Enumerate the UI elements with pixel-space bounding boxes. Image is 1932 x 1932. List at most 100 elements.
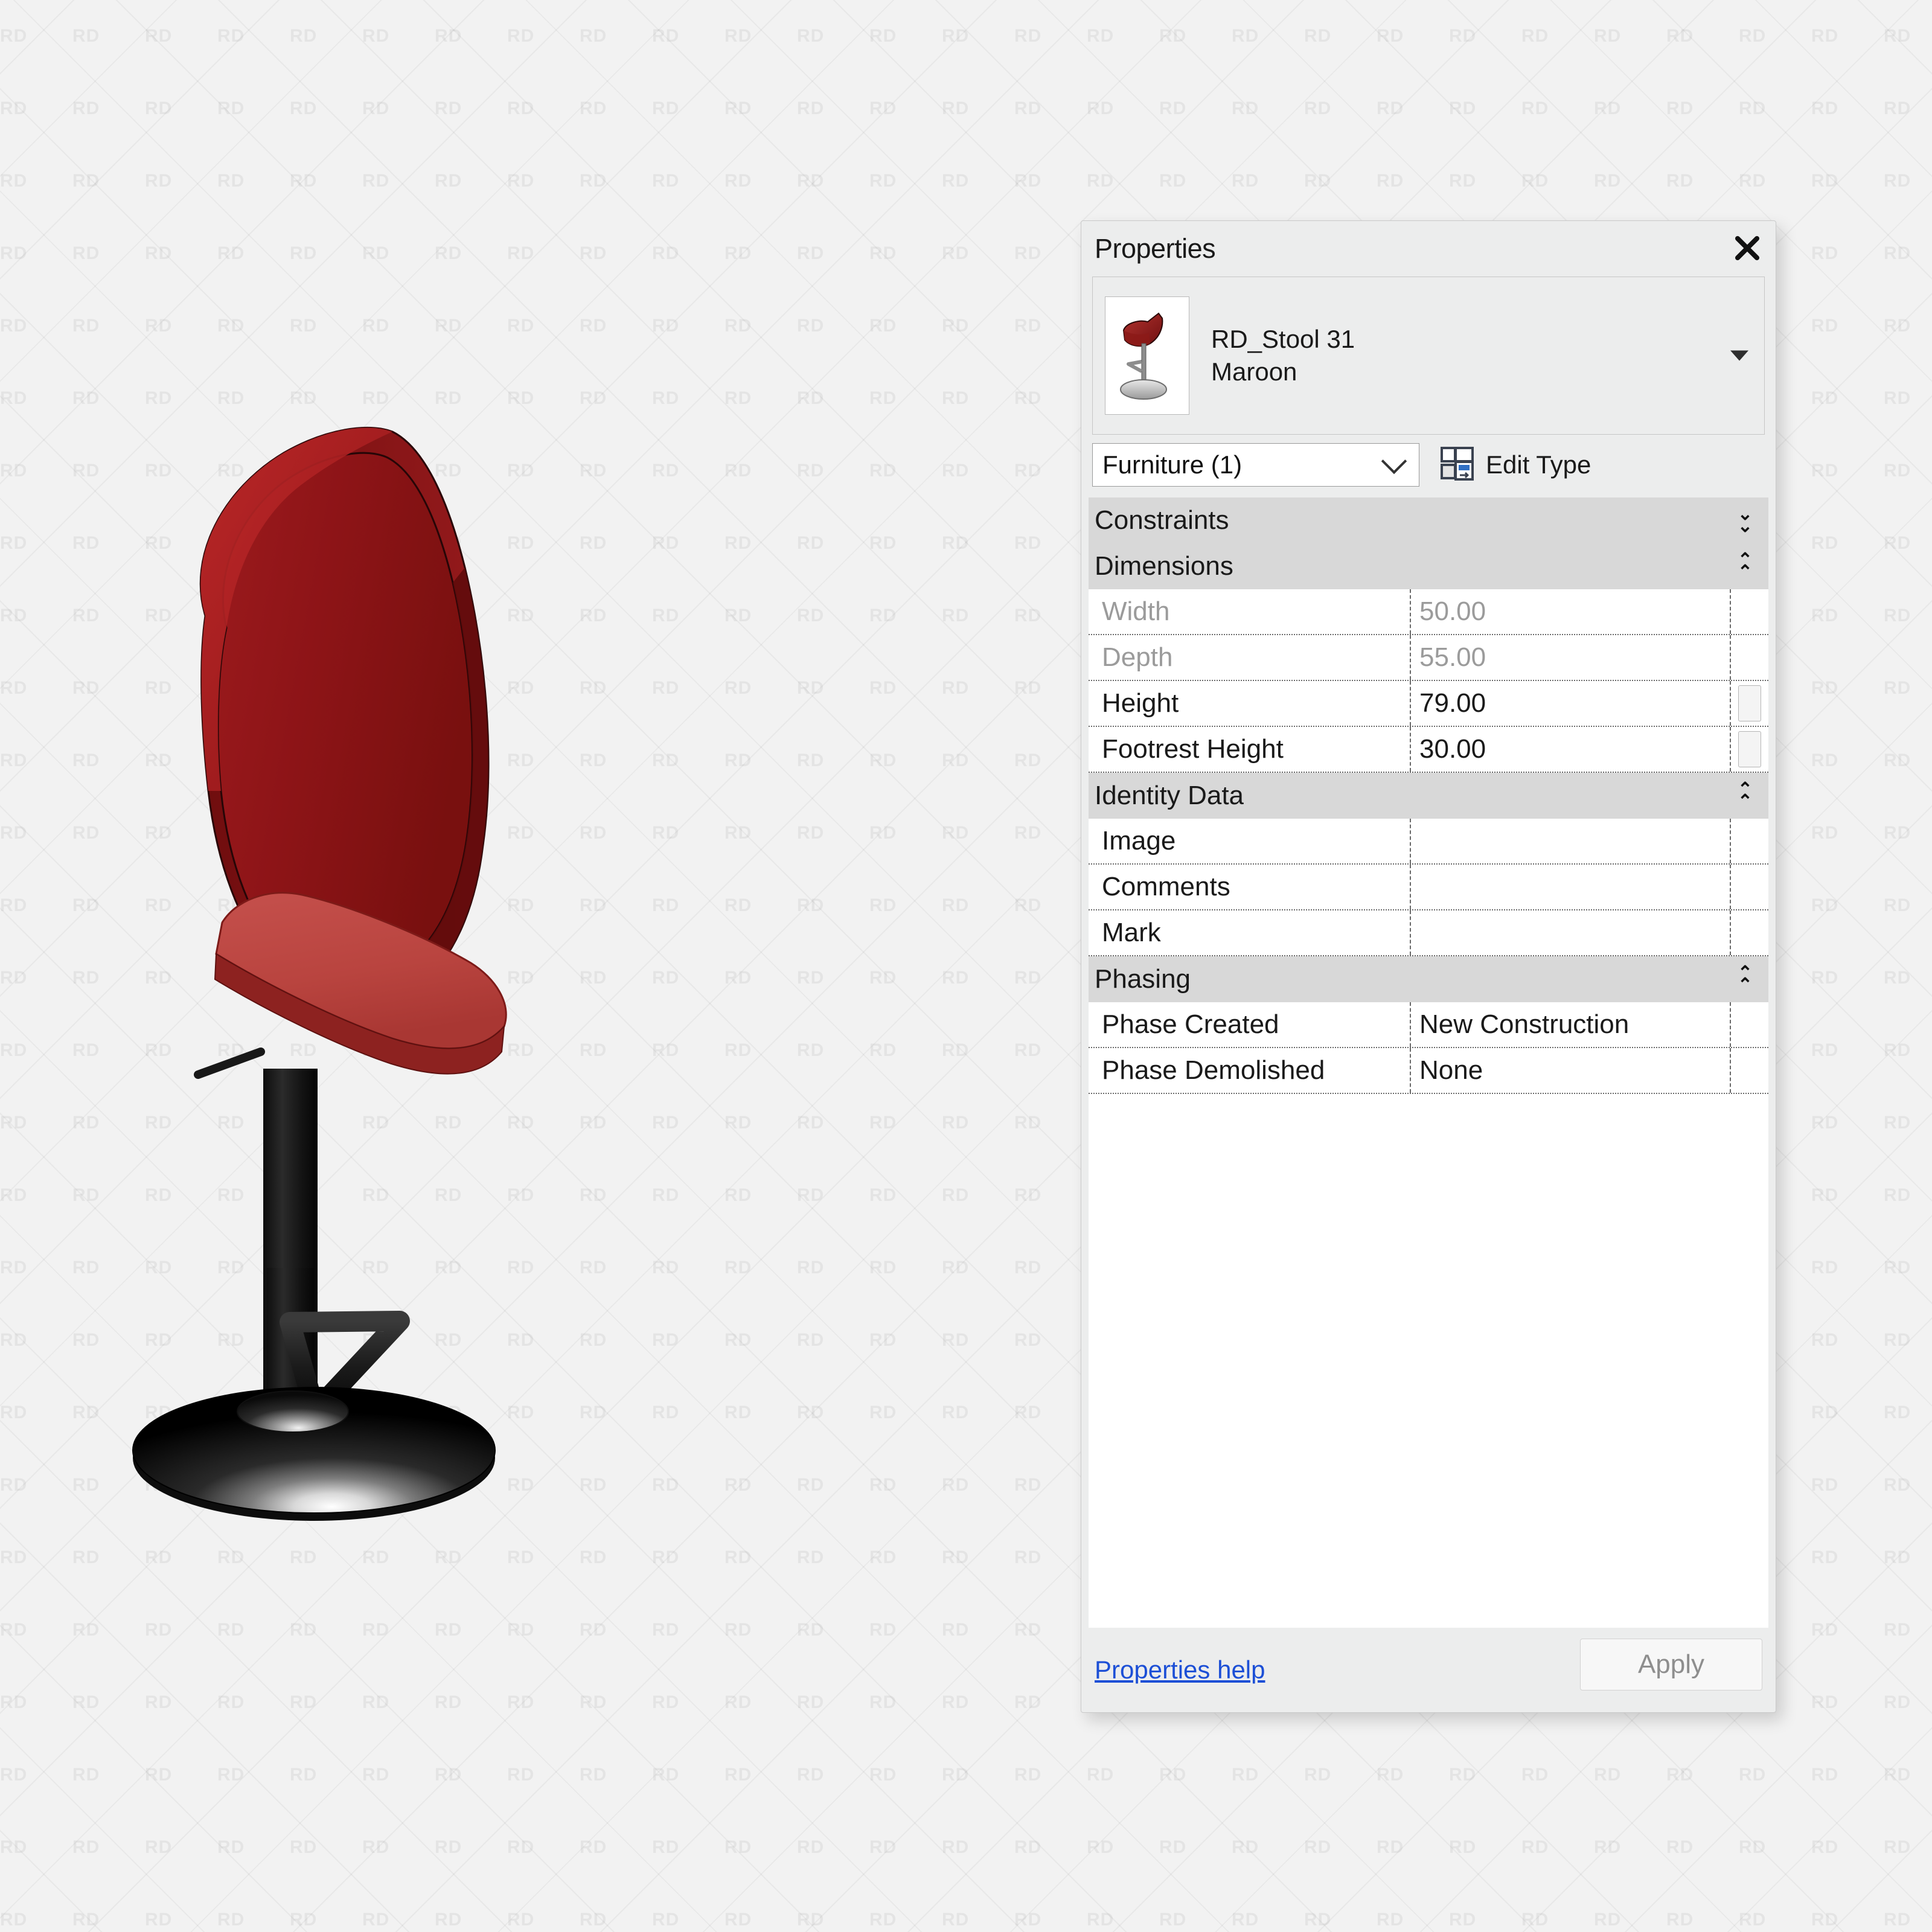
watermark-tile: RD bbox=[0, 388, 28, 408]
double-chevron-up-icon[interactable]: ⌃ ⌃ bbox=[1738, 964, 1753, 994]
table-row[interactable]: Depth 55.00 bbox=[1089, 635, 1768, 681]
chevron-down-icon bbox=[1381, 448, 1407, 475]
close-icon[interactable] bbox=[1729, 229, 1766, 267]
watermark-tile: RD bbox=[435, 1837, 462, 1857]
table-row[interactable]: Mark bbox=[1089, 910, 1768, 956]
watermark-tile: RD bbox=[290, 1547, 318, 1567]
properties-help-link[interactable]: Properties help bbox=[1095, 1655, 1265, 1684]
watermark-tile: RD bbox=[724, 243, 752, 263]
watermark-tile: RD bbox=[1811, 1185, 1839, 1205]
watermark-tile: RD bbox=[362, 1765, 390, 1785]
watermark-tile: RD bbox=[1304, 98, 1332, 118]
parameter-table: Constraints ⌄ ⌄ Dimensions ⌃ ⌃ Width 50.00 Depth… bbox=[1089, 497, 1768, 1094]
watermark-tile: RD bbox=[1739, 1910, 1767, 1930]
table-row[interactable]: Height 79.00 bbox=[1089, 681, 1768, 727]
edit-type-button[interactable]: Edit Type bbox=[1440, 446, 1591, 484]
watermark-tile: RD bbox=[1521, 26, 1549, 46]
watermark-tile: RD bbox=[217, 1692, 245, 1712]
stool-3d-model bbox=[132, 426, 507, 1521]
watermark-tile: RD bbox=[1014, 1475, 1042, 1495]
watermark-tile: RD bbox=[942, 823, 970, 843]
watermark-tile: RD bbox=[1811, 1403, 1839, 1422]
watermark-tile: RD bbox=[1811, 1475, 1839, 1495]
table-row[interactable]: Phase Created New Construction bbox=[1089, 1002, 1768, 1048]
parameter-value[interactable] bbox=[1411, 910, 1731, 955]
watermark-tile: RD bbox=[1666, 98, 1694, 118]
watermark-tile: RD bbox=[362, 98, 390, 118]
watermark-tile: RD bbox=[1884, 1113, 1911, 1133]
table-row[interactable]: Width 50.00 bbox=[1089, 589, 1768, 635]
table-row[interactable]: Comments bbox=[1089, 865, 1768, 910]
watermark-tile: RD bbox=[869, 823, 897, 843]
parameter-value[interactable] bbox=[1411, 819, 1731, 863]
watermark-tile: RD bbox=[1377, 1910, 1404, 1930]
watermark-tile: RD bbox=[72, 171, 100, 191]
watermark-tile: RD bbox=[797, 1258, 825, 1278]
watermark-tile: RD bbox=[0, 1692, 28, 1712]
watermark-tile: RD bbox=[942, 968, 970, 988]
section-header-2[interactable]: Identity Data ⌃ ⌃ bbox=[1089, 773, 1768, 819]
table-row[interactable]: Phase Demolished None bbox=[1089, 1048, 1768, 1094]
watermark-tile: RD bbox=[145, 98, 173, 118]
parameter-button-cell bbox=[1731, 727, 1768, 772]
watermark-tile: RD bbox=[1014, 750, 1042, 770]
table-row[interactable]: Image bbox=[1089, 819, 1768, 865]
parameter-associate-button[interactable] bbox=[1738, 685, 1761, 721]
watermark-tile: RD bbox=[1811, 461, 1839, 481]
watermark-tile: RD bbox=[1087, 1910, 1115, 1930]
watermark-tile: RD bbox=[1884, 1330, 1911, 1350]
watermark-tile: RD bbox=[0, 1475, 28, 1495]
parameter-value[interactable]: 55.00 bbox=[1411, 635, 1731, 680]
parameter-name: Mark bbox=[1089, 910, 1411, 955]
parameter-value[interactable]: 30.00 bbox=[1411, 727, 1731, 772]
watermark-tile: RD bbox=[1666, 1910, 1694, 1930]
parameter-name: Width bbox=[1089, 589, 1411, 634]
watermark-tile: RD bbox=[217, 1910, 245, 1930]
watermark-tile: RD bbox=[869, 533, 897, 553]
parameter-associate-button[interactable] bbox=[1738, 731, 1761, 767]
parameter-value[interactable]: New Construction bbox=[1411, 1002, 1731, 1047]
watermark-tile: RD bbox=[1811, 316, 1839, 336]
type-selector[interactable]: RD_Stool 31 Maroon bbox=[1092, 277, 1765, 435]
parameter-name: Depth bbox=[1089, 635, 1411, 680]
watermark-tile: RD bbox=[0, 1837, 28, 1857]
double-chevron-up-icon[interactable]: ⌃ ⌃ bbox=[1738, 781, 1753, 810]
parameter-value[interactable]: None bbox=[1411, 1048, 1731, 1093]
section-header-3[interactable]: Phasing ⌃ ⌃ bbox=[1089, 956, 1768, 1002]
caret-down-icon[interactable] bbox=[1730, 350, 1748, 361]
parameter-value[interactable] bbox=[1411, 865, 1731, 909]
watermark-tile: RD bbox=[290, 1837, 318, 1857]
watermark-tile: RD bbox=[1594, 171, 1622, 191]
parameter-button-cell bbox=[1731, 1002, 1768, 1047]
watermark-tile: RD bbox=[652, 1765, 680, 1785]
family-name: RD_Stool 31 bbox=[1211, 325, 1355, 353]
category-select[interactable]: Furniture (1) bbox=[1092, 443, 1419, 487]
watermark-tile: RD bbox=[797, 1620, 825, 1640]
watermark-tile: RD bbox=[1232, 171, 1259, 191]
section-header-1[interactable]: Dimensions ⌃ ⌃ bbox=[1089, 543, 1768, 589]
watermark-tile: RD bbox=[1159, 26, 1187, 46]
parameter-value[interactable]: 50.00 bbox=[1411, 589, 1731, 634]
watermark-tile: RD bbox=[1232, 1910, 1259, 1930]
watermark-tile: RD bbox=[1811, 1837, 1839, 1857]
watermark-tile: RD bbox=[724, 1692, 752, 1712]
watermark-tile: RD bbox=[0, 1765, 28, 1785]
double-chevron-up-icon[interactable]: ⌃ ⌃ bbox=[1738, 551, 1753, 581]
section-header-0[interactable]: Constraints ⌄ ⌄ bbox=[1089, 497, 1768, 543]
watermark-tile: RD bbox=[0, 750, 28, 770]
watermark-tile: RD bbox=[869, 678, 897, 698]
watermark-tile: RD bbox=[942, 606, 970, 625]
apply-button[interactable]: Apply bbox=[1580, 1639, 1762, 1690]
watermark-tile: RD bbox=[724, 1620, 752, 1640]
double-chevron-down-icon[interactable]: ⌄ ⌄ bbox=[1738, 505, 1753, 535]
parameter-value[interactable]: 79.00 bbox=[1411, 681, 1731, 726]
watermark-tile: RD bbox=[942, 1040, 970, 1060]
table-row[interactable]: Footrest Height 30.00 bbox=[1089, 727, 1768, 773]
watermark-tile: RD bbox=[652, 1547, 680, 1567]
watermark-tile: RD bbox=[435, 1910, 462, 1930]
watermark-tile: RD bbox=[507, 171, 535, 191]
watermark-tile: RD bbox=[72, 316, 100, 336]
watermark-tile: RD bbox=[362, 1547, 390, 1567]
watermark-tile: RD bbox=[1884, 1910, 1911, 1930]
watermark-tile: RD bbox=[0, 243, 28, 263]
